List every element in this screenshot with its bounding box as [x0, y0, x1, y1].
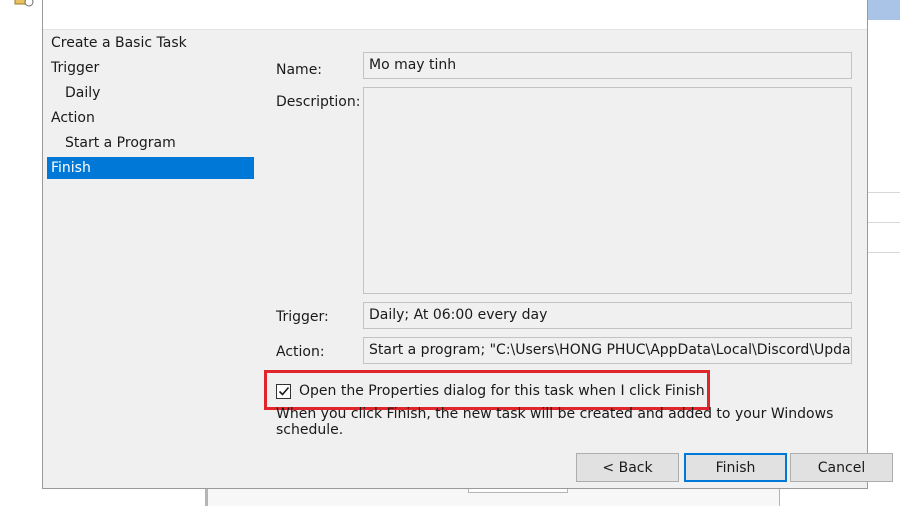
background-divider	[868, 192, 900, 193]
action-field: Start a program; "C:\Users\HONG PHUC\App…	[363, 337, 852, 364]
task-scheduler-icon	[14, 0, 34, 7]
wizard-step-trigger[interactable]: Trigger	[47, 57, 254, 79]
finish-button[interactable]: Finish	[684, 453, 787, 482]
background-selection-strip	[868, 0, 900, 20]
trigger-field: Daily; At 06:00 every day	[363, 302, 852, 329]
cancel-button[interactable]: Cancel	[790, 453, 893, 482]
action-label: Action:	[276, 344, 325, 360]
description-field[interactable]	[363, 87, 852, 294]
name-field[interactable]: Mo may tinh	[363, 52, 852, 79]
annotation-highlight-box	[264, 370, 710, 410]
background-pane-frame	[205, 488, 780, 506]
back-button[interactable]: < Back	[576, 453, 679, 482]
background-divider	[868, 222, 900, 223]
wizard-step-daily[interactable]: Daily	[47, 82, 254, 104]
background-divider	[868, 252, 900, 253]
name-label: Name:	[276, 62, 323, 78]
create-basic-task-wizard: Create a Basic Task Trigger Daily Action Sta…	[42, 0, 893, 489]
wizard-step-start-a-program[interactable]: Start a Program	[47, 132, 254, 154]
description-label: Description:	[276, 94, 361, 110]
background-window-right	[868, 0, 900, 506]
wizard-step-create-a-basic-task[interactable]: Create a Basic Task	[47, 32, 254, 54]
wizard-step-action[interactable]: Action	[47, 107, 254, 129]
background-window-left	[0, 0, 42, 506]
finish-info-text: When you click Finish, the new task will…	[276, 406, 834, 438]
trigger-label: Trigger:	[276, 309, 329, 325]
wizard-step-finish[interactable]: Finish	[47, 157, 254, 179]
wizard-header	[43, 0, 867, 30]
